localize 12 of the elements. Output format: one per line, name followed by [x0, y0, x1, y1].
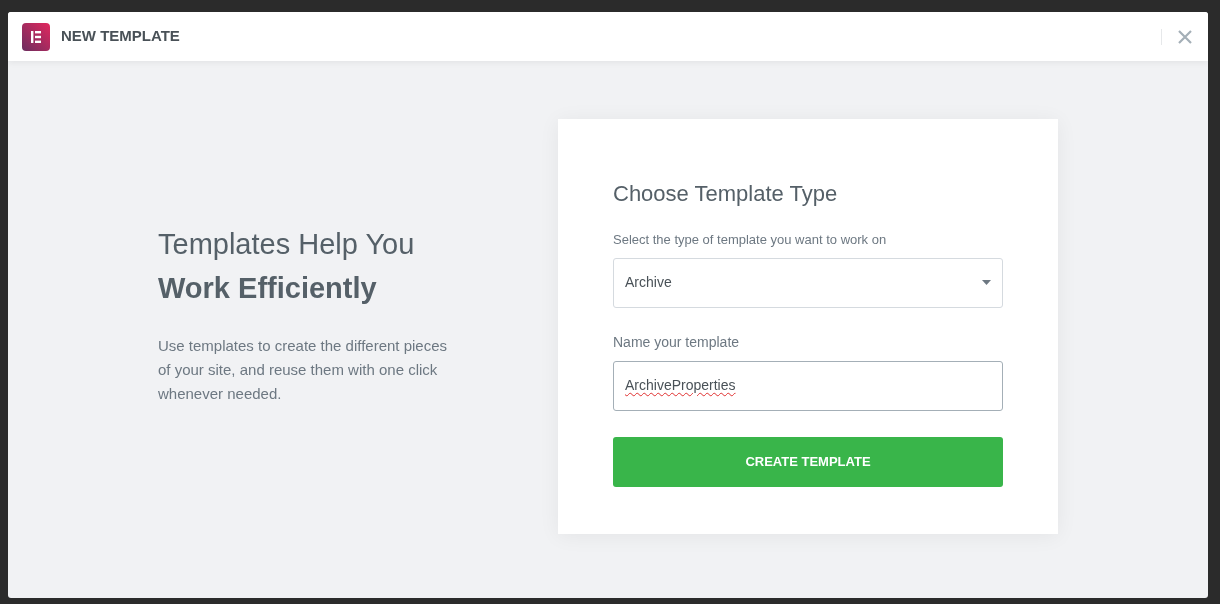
window-title: NEW TEMPLATE	[61, 26, 180, 47]
logo-icon	[22, 22, 50, 51]
intro-heading: Templates Help You	[158, 227, 416, 262]
template-type-select[interactable]: Archive	[613, 257, 1003, 308]
intro-heading-bold: Work Efficiently	[158, 271, 378, 306]
type-label: Select the type of template you want to work on	[613, 231, 888, 249]
form-title: Choose Template Type	[613, 180, 839, 208]
name-label: Name your template	[613, 332, 741, 352]
intro-text: Use templates to create the different pieces of your site, and reuse them with one click whenever needed.	[158, 336, 449, 404]
close-button[interactable]	[1176, 27, 1194, 46]
template-name-field[interactable]: ArchiveProperties	[613, 360, 1003, 411]
caret-icon	[982, 280, 991, 285]
